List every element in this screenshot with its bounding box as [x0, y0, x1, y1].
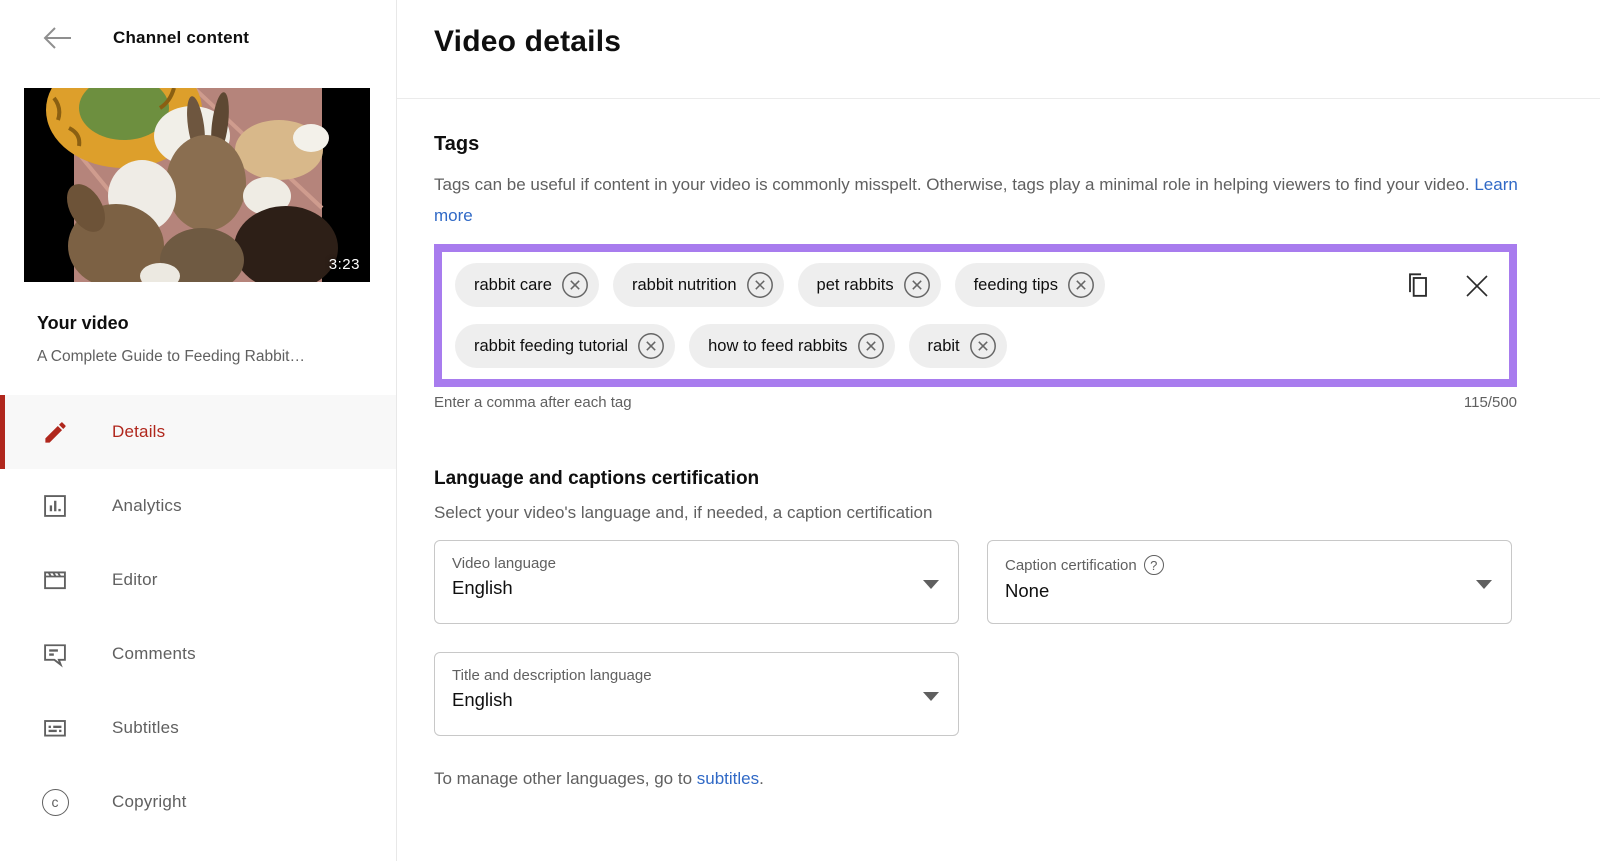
dropdown-label: Video language: [452, 555, 910, 572]
analytics-icon: [40, 491, 70, 521]
your-video-section: Your video A Complete Guide to Feeding R…: [0, 282, 396, 366]
char-counter: 115/500: [1464, 394, 1517, 411]
sidebar-item-label: Comments: [112, 644, 196, 664]
tags-description-text: Tags can be useful if content in your vi…: [434, 175, 1470, 194]
remove-tag-icon[interactable]: [561, 271, 589, 299]
sidebar-item-copyright[interactable]: c Copyright: [0, 765, 396, 839]
tags-hint: Enter a comma after each tag: [434, 394, 632, 411]
tag-chip: feeding tips: [955, 263, 1105, 307]
sidebar-nav: Details Analytics: [0, 395, 396, 839]
details-form: Tags Tags can be useful if content in yo…: [397, 133, 1600, 789]
tag-chip: rabit: [909, 324, 1007, 368]
title-description-language-dropdown[interactable]: Title and description language English: [434, 652, 959, 736]
main-content: Video details Tags Tags can be useful if…: [397, 0, 1600, 861]
tags-heading: Tags: [434, 133, 1563, 156]
subtitles-icon: [40, 713, 70, 743]
help-icon[interactable]: ?: [1144, 555, 1164, 575]
active-indicator-bar: [0, 395, 5, 469]
copy-icon[interactable]: [1403, 270, 1433, 302]
remove-tag-icon[interactable]: [903, 271, 931, 299]
page-title: Video details: [434, 25, 1600, 59]
remove-tag-icon[interactable]: [969, 332, 997, 360]
main-header: Video details: [397, 0, 1600, 99]
tag-chip-label: rabbit feeding tutorial: [474, 337, 628, 356]
sidebar-item-details[interactable]: Details: [0, 395, 396, 469]
tag-chip: rabbit nutrition: [613, 263, 784, 307]
sidebar-item-label: Analytics: [112, 496, 182, 516]
chevron-down-icon: [1476, 580, 1492, 589]
tag-chip-label: rabit: [928, 337, 960, 356]
video-duration-badge: 3:23: [329, 256, 360, 273]
dropdown-value: English: [452, 577, 910, 599]
dropdown-value: English: [452, 689, 910, 711]
tags-helper-row: Enter a comma after each tag 115/500: [434, 394, 1517, 411]
copyright-icon: c: [40, 787, 70, 817]
tag-chip-label: rabbit care: [474, 276, 552, 295]
tag-chip-label: feeding tips: [974, 276, 1058, 295]
tag-chip: how to feed rabbits: [689, 324, 894, 368]
sidebar-item-label: Editor: [112, 570, 158, 590]
sidebar-item-comments[interactable]: Comments: [0, 617, 396, 691]
manage-languages-note: To manage other languages, go to subtitl…: [434, 769, 1563, 789]
chevron-down-icon: [923, 580, 939, 589]
tag-chip: pet rabbits: [798, 263, 941, 307]
youtube-studio-app: Channel content: [0, 0, 1600, 861]
remove-tag-icon[interactable]: [1067, 271, 1095, 299]
manage-languages-text: To manage other languages, go to: [434, 769, 697, 788]
comments-icon: [40, 639, 70, 669]
tags-input-area[interactable]: rabbit care rabbit nutrition: [434, 244, 1517, 387]
dropdown-value: None: [1005, 580, 1463, 602]
sidebar-item-label: Subtitles: [112, 718, 179, 738]
sidebar-header: Channel content: [0, 0, 396, 51]
remove-tag-icon[interactable]: [857, 332, 885, 360]
rabbits-thumbnail-image: [24, 88, 370, 282]
sidebar-item-label: Copyright: [112, 792, 187, 812]
language-section-subtitle: Select your video's language and, if nee…: [434, 503, 1563, 523]
tag-chip-label: pet rabbits: [817, 276, 894, 295]
sidebar-item-analytics[interactable]: Analytics: [0, 469, 396, 543]
your-video-label: Your video: [37, 313, 372, 334]
remove-tag-icon[interactable]: [637, 332, 665, 360]
chevron-down-icon: [923, 692, 939, 701]
tag-chip: rabbit feeding tutorial: [455, 324, 675, 368]
dropdown-label: Caption certification ?: [1005, 555, 1463, 575]
sidebar-item-editor[interactable]: Editor: [0, 543, 396, 617]
tag-chip-list: rabbit care rabbit nutrition: [455, 263, 1265, 368]
tag-chip-label: how to feed rabbits: [708, 337, 847, 356]
video-title: A Complete Guide to Feeding Rabbit…: [37, 348, 372, 366]
back-arrow-icon[interactable]: [40, 25, 74, 51]
manage-languages-period: .: [759, 769, 764, 788]
sidebar: Channel content: [0, 0, 397, 861]
tag-chip: rabbit care: [455, 263, 599, 307]
video-thumbnail[interactable]: 3:23: [24, 88, 370, 282]
sidebar-item-label: Details: [112, 422, 165, 442]
sidebar-item-subtitles[interactable]: Subtitles: [0, 691, 396, 765]
tags-box-actions: [1403, 270, 1491, 302]
subtitles-link[interactable]: subtitles: [697, 769, 759, 788]
dropdown-label: Title and description language: [452, 667, 910, 684]
sidebar-title: Channel content: [113, 28, 249, 48]
editor-icon: [40, 565, 70, 595]
video-language-dropdown[interactable]: Video language English: [434, 540, 959, 624]
tag-chip-label: rabbit nutrition: [632, 276, 737, 295]
close-icon[interactable]: [1463, 272, 1491, 300]
caption-certification-dropdown[interactable]: Caption certification ? None: [987, 540, 1512, 624]
pencil-icon: [40, 417, 70, 447]
dropdown-label-text: Caption certification: [1005, 557, 1137, 574]
remove-tag-icon[interactable]: [746, 271, 774, 299]
language-dropdowns: Video language English Caption certifica…: [434, 540, 1517, 736]
language-section-heading: Language and captions certification: [434, 468, 1563, 490]
tags-description: Tags can be useful if content in your vi…: [434, 169, 1519, 231]
